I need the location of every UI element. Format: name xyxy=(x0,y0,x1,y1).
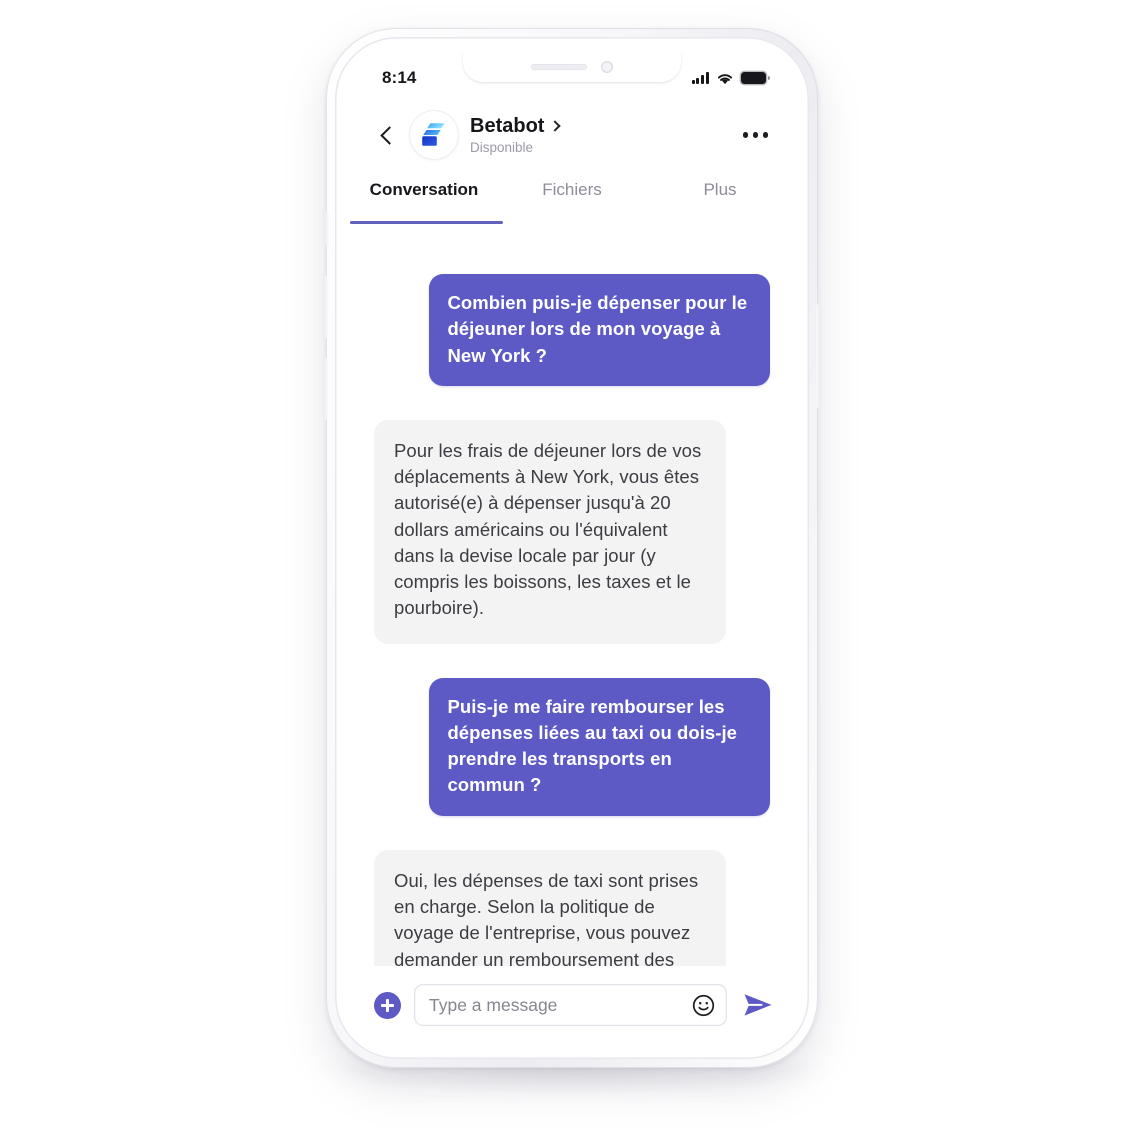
mute-switch-button[interactable] xyxy=(324,212,329,246)
bot-status-text: Disponible xyxy=(470,140,534,155)
more-options-icon[interactable] xyxy=(729,122,773,148)
tab-conversation-label: Conversation xyxy=(369,180,479,199)
plus-circle-icon[interactable] xyxy=(374,991,401,1019)
status-time: 8:14 xyxy=(382,68,417,87)
back-button[interactable] xyxy=(372,115,402,155)
bot-name-row[interactable]: Betabot xyxy=(470,115,562,138)
message-row-user: Puis-je me faire rembourser les dépenses… xyxy=(374,677,770,816)
volume-down-button[interactable] xyxy=(323,358,328,420)
volume-up-button[interactable] xyxy=(323,276,328,338)
message-row-bot: Oui, les dépenses de taxi sont prises en… xyxy=(374,849,770,966)
message-row-user: Combien puis-je dépenser pour le déjeune… xyxy=(374,274,770,386)
tab-fichiers[interactable]: Fichiers xyxy=(498,170,646,224)
message-bubble-bot: Oui, les dépenses de taxi sont prises en… xyxy=(374,849,727,966)
tab-conversation[interactable]: Conversation xyxy=(350,170,498,224)
chat-header: Betabot Disponible xyxy=(350,100,794,170)
status-indicators xyxy=(691,71,770,85)
chevron-left-icon xyxy=(379,125,399,145)
message-bubble-bot: Pour les frais de déjeuner lors de vos d… xyxy=(374,419,727,644)
bot-name: Betabot xyxy=(470,115,545,137)
tab-plus-label: Plus xyxy=(703,180,737,199)
avatar[interactable] xyxy=(410,111,458,159)
cellular-signal-icon xyxy=(691,72,709,84)
tab-bar: Conversation Fichiers Plus xyxy=(350,170,794,224)
tab-fichiers-label: Fichiers xyxy=(542,180,602,199)
message-bubble-user: Combien puis-je dépenser pour le déjeune… xyxy=(429,274,770,386)
phone-screen: 8:14 Betabot Disponible Conversation Fic… xyxy=(350,52,794,1044)
message-input-wrapper[interactable] xyxy=(414,984,727,1026)
message-row-bot: Pour les frais de déjeuner lors de vos d… xyxy=(374,419,770,644)
chevron-right-icon xyxy=(549,120,562,132)
conversation-thread[interactable]: Combien puis-je dépenser pour le déjeune… xyxy=(350,226,794,966)
smiley-face-icon[interactable] xyxy=(692,994,715,1017)
phone-device-frame: 8:14 Betabot Disponible Conversation Fic… xyxy=(323,28,821,1068)
header-identity: Betabot Disponible xyxy=(470,115,562,155)
wifi-icon xyxy=(717,73,733,84)
battery-icon xyxy=(741,71,770,85)
active-tab-underline xyxy=(350,220,504,224)
phone-notch xyxy=(463,52,681,82)
message-input[interactable] xyxy=(429,994,692,1016)
betabot-logo-icon xyxy=(422,123,445,146)
message-bubble-user: Puis-je me faire rembourser les dépenses… xyxy=(429,677,770,816)
send-arrow-icon xyxy=(744,994,772,1016)
earpiece-speaker-icon xyxy=(531,64,587,70)
message-input-bar xyxy=(350,966,794,1044)
screenshot-stage: 8:14 Betabot Disponible Conversation Fic… xyxy=(0,0,1140,1140)
power-button[interactable] xyxy=(816,304,821,408)
tab-plus[interactable]: Plus xyxy=(646,170,794,224)
send-button[interactable] xyxy=(740,989,776,1021)
front-camera-icon xyxy=(601,61,613,73)
